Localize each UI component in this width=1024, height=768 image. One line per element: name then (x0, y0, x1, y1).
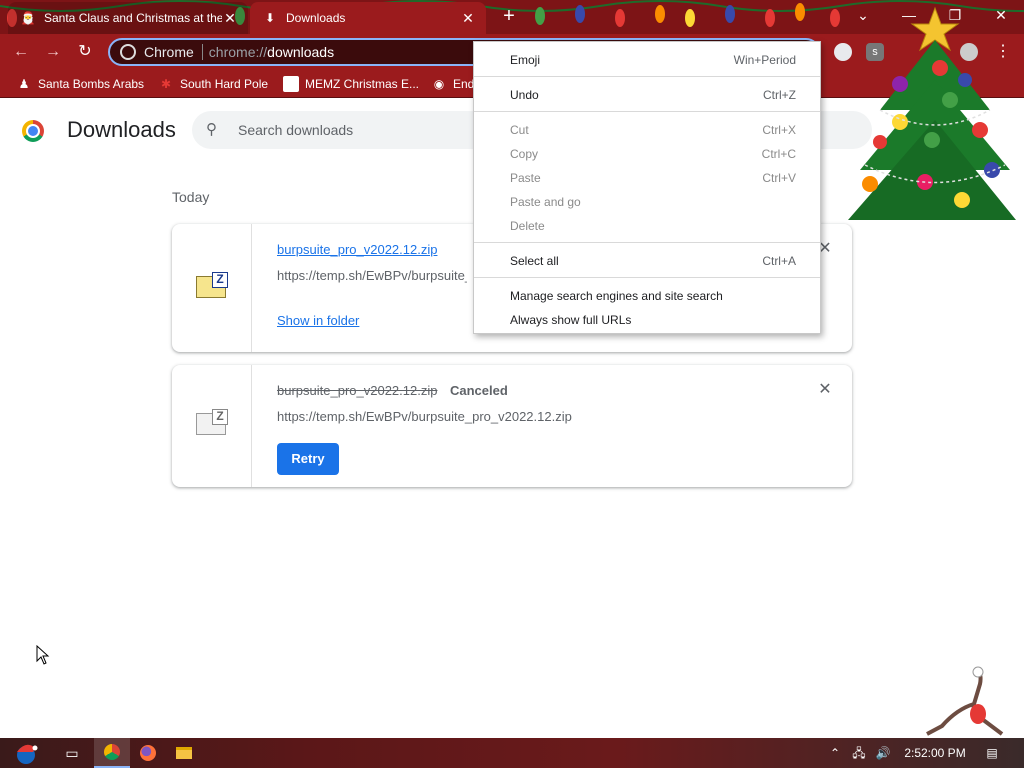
start-button[interactable] (6, 738, 46, 768)
volume-icon[interactable]: 🔊 (874, 738, 892, 768)
menu-item-label: Always show full URLs (510, 313, 632, 327)
menu-item-label: Select all (510, 254, 559, 268)
taskbar-firefox-icon[interactable] (130, 738, 166, 768)
file-icon-column: Z (172, 224, 252, 352)
menu-separator (474, 277, 820, 278)
file-source-url[interactable]: https://temp.sh/EwBPv/burpsuite_pro_v202… (277, 409, 572, 424)
taskbar-chrome-icon[interactable] (94, 738, 130, 768)
tab-title: Santa Claus and Christmas at the (44, 11, 222, 25)
bookmark-memz-christmas[interactable]: MEMZ Christmas E... (283, 75, 419, 93)
search-icon: ⚲ (206, 121, 217, 138)
file-icon-column: Z (172, 365, 252, 487)
tab-downloads[interactable]: ⬇ Downloads ✕ (250, 2, 486, 34)
menu-item-label: Copy (510, 147, 539, 161)
file-name-link[interactable]: burpsuite_pro_v2022.12.zip (277, 242, 437, 257)
menu-item-manage-search-engines[interactable]: Manage search engines and site search (474, 284, 820, 308)
menu-item-paste: Paste Ctrl+V (474, 166, 820, 190)
memz-icon (283, 76, 299, 92)
cat-icon: ◉ (433, 77, 445, 91)
page-title: Downloads (67, 117, 176, 142)
bookmark-south-hard-pole[interactable]: ✱ South Hard Pole (158, 75, 268, 93)
tray-chevron-up-icon[interactable]: ⌃ (828, 738, 842, 768)
url-text[interactable]: chrome://downloads (209, 44, 334, 60)
menu-item-always-show-full-urls[interactable]: Always show full URLs (474, 308, 820, 332)
menu-item-emoji[interactable]: Emoji Win+Period (474, 48, 820, 72)
date-heading: Today (172, 189, 210, 205)
reload-icon[interactable]: ↻ (72, 40, 98, 64)
bookmark-label: South Hard Pole (180, 77, 269, 91)
santa-favicon-icon: 🎅 (20, 11, 36, 25)
file-source-url[interactable]: https://temp.sh/EwBPv/burpsuite_ (277, 268, 467, 283)
menu-item-paste-and-go: Paste and go (474, 190, 820, 214)
menu-item-shortcut: Ctrl+C (761, 147, 796, 161)
menu-item-copy: Copy Ctrl+C (474, 142, 820, 166)
menu-item-select-all[interactable]: Select all Ctrl+A (474, 249, 820, 273)
task-view-icon[interactable]: ▭ (54, 738, 90, 768)
close-tab-icon[interactable]: ✕ (222, 10, 238, 27)
bookmark-label: MEMZ Christmas E... (305, 77, 420, 91)
menu-separator (474, 242, 820, 243)
forward-arrow-icon[interactable]: → (40, 40, 66, 64)
bookmark-label: Santa Bombs Arabs (38, 77, 145, 91)
chrome-chip-label: Chrome (144, 44, 194, 60)
menu-item-label: Emoji (510, 53, 541, 67)
taskbar-clock[interactable]: 2:52:00 PM (900, 738, 970, 768)
bookmark-label: End (453, 77, 475, 91)
menu-item-label: Paste and go (510, 195, 581, 209)
show-in-folder-link[interactable]: Show in folder (277, 313, 359, 328)
network-icon[interactable]: 🖧 (850, 738, 868, 768)
menu-separator (474, 76, 820, 77)
menu-item-shortcut: Ctrl+Z (763, 88, 796, 102)
christmas-tree-decoration (848, 6, 1016, 220)
zip-file-icon: Z (196, 409, 228, 435)
back-arrow-icon[interactable]: ← (8, 40, 34, 64)
menu-item-delete: Delete (474, 214, 820, 238)
taskbar-file-explorer-icon[interactable] (166, 738, 202, 768)
chrome-chip-icon (120, 44, 136, 60)
context-menu: Emoji Win+Period Undo Ctrl+Z Cut Ctrl+X … (473, 41, 821, 334)
menu-item-label: Cut (510, 123, 529, 137)
taskbar: ▭ ⌃ 🖧 🔊 2:52:00 PM ▤ (0, 738, 1024, 768)
file-name-canceled: burpsuite_pro_v2022.12.zip (277, 383, 438, 398)
chrome-logo-icon (22, 120, 44, 142)
tab-santa-claus[interactable]: 🎅 Santa Claus and Christmas at the ✕ (8, 2, 248, 34)
dancing-figure-decoration (926, 666, 1004, 736)
santa-figure-icon: ♟ (18, 77, 30, 91)
menu-item-label: Paste (510, 171, 541, 185)
download-item: Z burpsuite_pro_v2022.12.zip Canceled ht… (172, 365, 852, 487)
close-tab-icon[interactable]: ✕ (460, 10, 476, 27)
retry-button[interactable]: Retry (277, 443, 339, 475)
menu-separator (474, 111, 820, 112)
url-path: downloads (267, 44, 335, 60)
menu-item-label: Undo (510, 88, 539, 102)
menu-item-shortcut: Win+Period (733, 53, 796, 67)
menu-item-undo[interactable]: Undo Ctrl+Z (474, 83, 820, 107)
url-scheme: chrome:// (208, 44, 268, 60)
remove-item-icon[interactable]: ✕ (818, 382, 832, 398)
menu-item-cut: Cut Ctrl+X (474, 118, 820, 142)
download-status: Canceled (450, 383, 508, 398)
menu-item-shortcut: Ctrl+X (762, 123, 796, 137)
download-icon: ⬇ (264, 11, 276, 25)
new-tab-button[interactable]: + (498, 6, 520, 28)
notifications-icon[interactable]: ▤ (980, 738, 1004, 768)
menu-item-shortcut: Ctrl+A (762, 254, 796, 268)
bookmark-end[interactable]: ◉ End (431, 75, 475, 93)
omnibox-divider (201, 44, 203, 60)
snowflake-icon: ✱ (160, 77, 172, 91)
menu-item-label: Manage search engines and site search (510, 289, 723, 303)
menu-item-shortcut: Ctrl+V (762, 171, 796, 185)
tab-title: Downloads (286, 11, 346, 25)
bookmark-santa-bombs-arabs[interactable]: ♟ Santa Bombs Arabs (16, 75, 144, 93)
zip-file-icon: Z (196, 272, 228, 298)
mouse-cursor-icon (36, 645, 50, 665)
santa-hat-start-icon (17, 744, 38, 764)
menu-item-label: Delete (510, 219, 545, 233)
